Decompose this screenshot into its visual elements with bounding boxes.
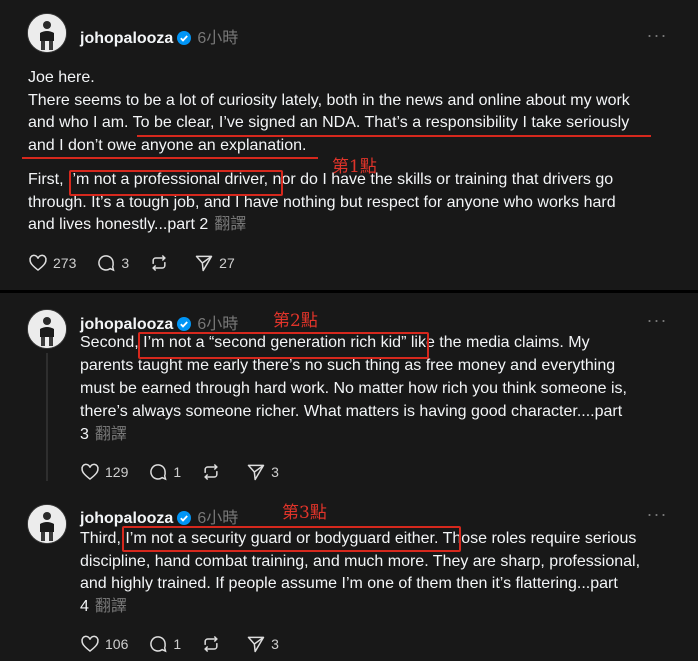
post-time: 6小時 bbox=[197, 316, 239, 333]
send-icon bbox=[195, 255, 213, 272]
heart-icon bbox=[29, 254, 47, 272]
send-icon bbox=[247, 636, 265, 653]
comment-count: 1 bbox=[173, 636, 182, 652]
thread-replies: johopalooza 6小時 第2點 ··· Second, I’m not a… bbox=[0, 293, 698, 661]
username[interactable]: johopalooza bbox=[80, 316, 173, 333]
repost-button[interactable] bbox=[201, 462, 226, 482]
more-options-icon[interactable]: ··· bbox=[646, 311, 668, 331]
body-text: Second, bbox=[80, 334, 144, 351]
comment-icon bbox=[150, 464, 167, 481]
like-count: 129 bbox=[105, 464, 129, 480]
share-button[interactable]: 3 bbox=[246, 634, 279, 654]
translate-link[interactable]: 翻譯 bbox=[214, 216, 246, 233]
comment-button[interactable]: 1 bbox=[148, 462, 181, 482]
post-time: 6小時 bbox=[197, 30, 239, 47]
share-button[interactable]: 27 bbox=[194, 253, 235, 273]
post-1: johopalooza 6小時 ··· Joe here. There seems… bbox=[0, 0, 698, 290]
share-button[interactable]: 3 bbox=[246, 462, 279, 482]
verified-badge-icon bbox=[177, 31, 192, 50]
avatar[interactable] bbox=[27, 504, 67, 544]
comment-count: 3 bbox=[121, 255, 130, 271]
username[interactable]: johopalooza bbox=[80, 30, 173, 47]
share-count: 3 bbox=[271, 464, 279, 480]
repost-icon bbox=[152, 254, 167, 272]
body-line: There seems to be a lot of curiosity lat… bbox=[28, 91, 630, 109]
annotation-box bbox=[122, 526, 461, 552]
body-line: must be earned through hard work. No mat… bbox=[80, 380, 627, 397]
annotation-label: 第2點 bbox=[273, 311, 318, 331]
comment-icon bbox=[150, 636, 167, 653]
translate-link[interactable]: 翻譯 bbox=[95, 426, 127, 443]
body-line: and lives honestly...part 2 bbox=[28, 216, 209, 233]
send-icon bbox=[247, 464, 265, 481]
body-line: Joe here. bbox=[28, 69, 95, 86]
annotation-box bbox=[138, 332, 429, 359]
annotation-label: 第3點 bbox=[282, 503, 327, 523]
more-options-icon[interactable]: ··· bbox=[646, 505, 668, 525]
post-actions: 106 1 3 bbox=[80, 634, 299, 654]
annotation-box bbox=[69, 170, 283, 196]
comment-icon bbox=[98, 255, 115, 272]
like-button[interactable]: 273 bbox=[28, 253, 76, 273]
comment-count: 1 bbox=[173, 464, 182, 480]
annotation-underline bbox=[137, 135, 651, 137]
like-button[interactable]: 129 bbox=[80, 462, 128, 482]
heart-icon bbox=[81, 463, 99, 481]
comment-button[interactable]: 3 bbox=[96, 253, 129, 273]
body-text: First, bbox=[28, 171, 68, 188]
thread-connector bbox=[46, 353, 48, 481]
body-text: like the media claims. My bbox=[406, 334, 590, 351]
body-text: Third, bbox=[80, 530, 126, 547]
body-line: discipline, hand combat training, and mu… bbox=[80, 552, 641, 570]
repost-icon bbox=[204, 463, 219, 481]
body-text: Those roles require serious bbox=[438, 530, 637, 547]
like-button[interactable]: 106 bbox=[80, 634, 128, 654]
body-line: and highly trained. If people assume I’m… bbox=[80, 575, 618, 592]
translate-link[interactable]: 翻譯 bbox=[95, 598, 127, 615]
like-count: 273 bbox=[53, 255, 77, 271]
like-count: 106 bbox=[105, 636, 129, 652]
body-line: 3 bbox=[80, 426, 89, 443]
annotation-label: 第1點 bbox=[332, 157, 377, 177]
avatar[interactable] bbox=[27, 13, 67, 53]
share-count: 3 bbox=[271, 636, 279, 652]
username[interactable]: johopalooza bbox=[80, 510, 173, 527]
post-time: 6小時 bbox=[197, 510, 239, 527]
repost-icon bbox=[204, 635, 219, 653]
share-count: 27 bbox=[219, 255, 235, 271]
body-line: 4 bbox=[80, 597, 89, 615]
repost-button[interactable] bbox=[201, 634, 226, 654]
avatar[interactable] bbox=[27, 309, 67, 349]
annotation-underline bbox=[22, 157, 318, 159]
post-actions: 273 3 27 bbox=[28, 253, 255, 273]
repost-button[interactable] bbox=[149, 253, 174, 273]
body-text: nor do I have the skills or training tha… bbox=[268, 171, 614, 188]
comment-button[interactable]: 1 bbox=[148, 634, 181, 654]
body-text: and who I am. bbox=[28, 114, 133, 131]
body-line: there’s always someone richer. What matt… bbox=[80, 403, 623, 420]
highlighted-text: To be clear, I’ve signed an NDA. That’s … bbox=[132, 114, 630, 131]
post-actions: 129 1 3 bbox=[80, 462, 299, 482]
heart-icon bbox=[81, 635, 99, 653]
more-options-icon[interactable]: ··· bbox=[646, 26, 668, 46]
